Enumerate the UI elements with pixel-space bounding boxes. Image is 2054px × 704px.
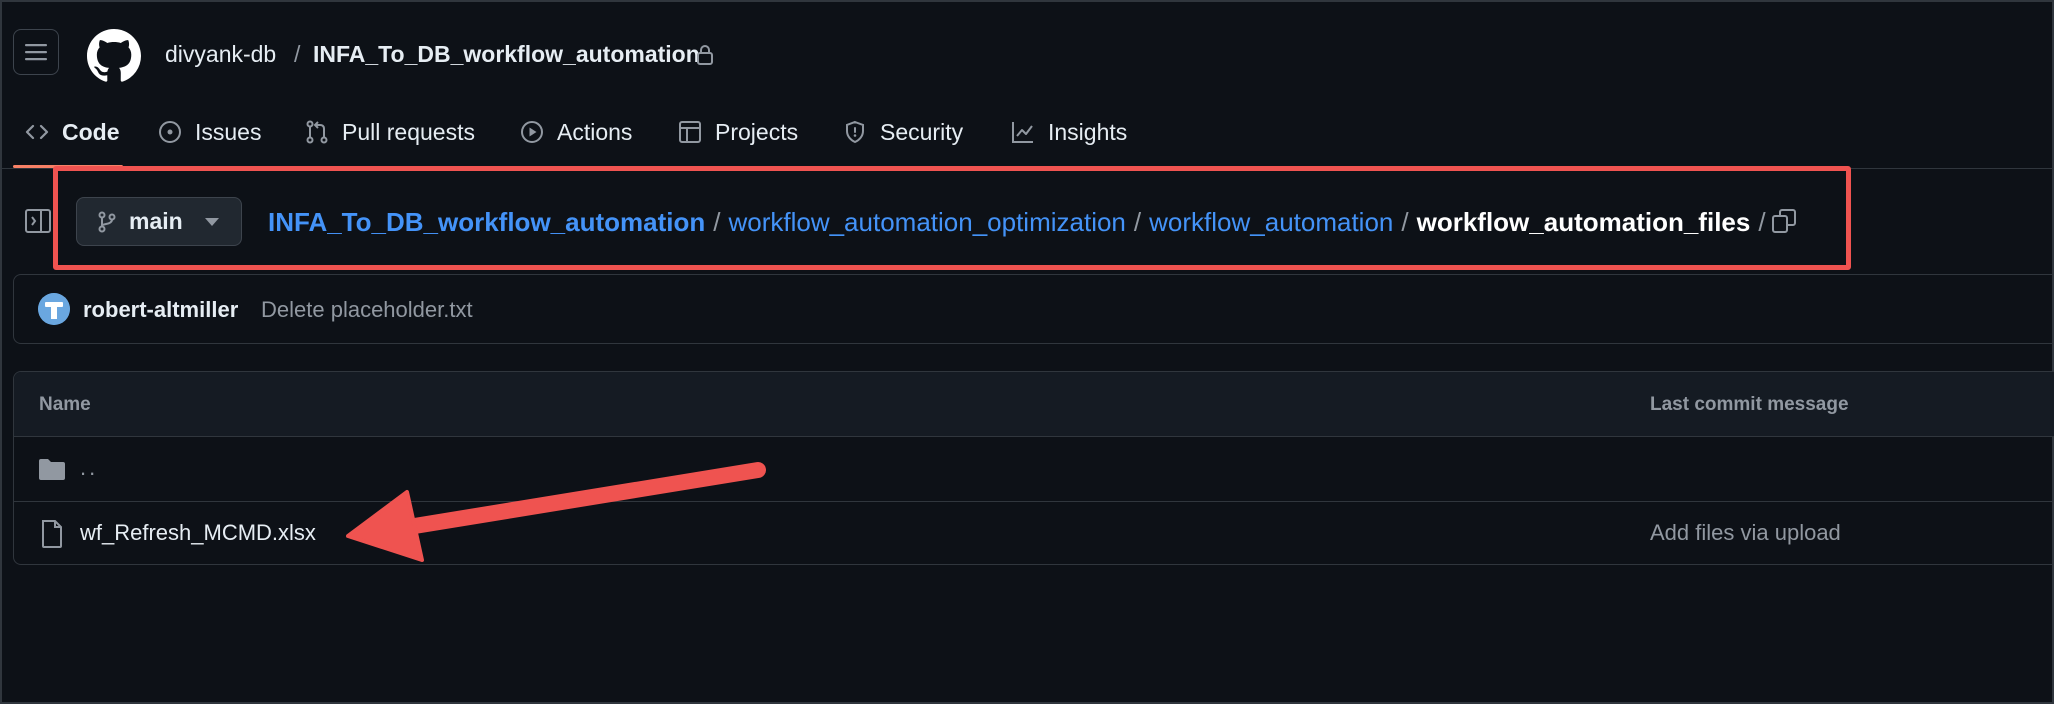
- tab-label: Issues: [195, 118, 262, 145]
- annotation-highlight-box: [53, 166, 1851, 270]
- column-header-name: Name: [39, 394, 91, 415]
- shield-icon: [846, 120, 864, 144]
- file-table: Name Last commit message .. wf_Refresh_M…: [13, 371, 2054, 565]
- avatar[interactable]: [38, 293, 70, 325]
- column-header-last-commit: Last commit message: [1650, 394, 1849, 415]
- header-separator: /: [294, 41, 301, 67]
- tab-code[interactable]: Code: [24, 117, 120, 147]
- folder-icon: [39, 459, 65, 480]
- tab-pull-requests[interactable]: Pull requests: [304, 117, 475, 147]
- table-row-parent[interactable]: ..: [14, 437, 2054, 502]
- sidebar-expand-icon[interactable]: [24, 207, 52, 235]
- lock-icon: [697, 45, 713, 65]
- file-commit-message-link[interactable]: Add files via upload: [1650, 520, 1841, 546]
- commit-author-link[interactable]: robert-altmiller: [83, 297, 238, 323]
- tab-label: Security: [880, 118, 964, 145]
- tab-insights[interactable]: Insights: [1010, 117, 1127, 147]
- github-logo-icon[interactable]: [87, 29, 141, 83]
- commit-message-link[interactable]: Delete placeholder.txt: [261, 297, 473, 323]
- tab-label: Insights: [1048, 118, 1128, 145]
- annotation-arrow: [346, 462, 766, 562]
- file-name-link[interactable]: wf_Refresh_MCMD.xlsx: [80, 520, 316, 546]
- table-header: Name Last commit message: [14, 372, 2054, 437]
- user-avatar-icon: [38, 293, 70, 325]
- file-icon: [42, 520, 62, 548]
- repo-owner-link[interactable]: divyank-db: [165, 41, 276, 68]
- tab-actions[interactable]: Actions: [519, 117, 632, 147]
- table-row-file[interactable]: wf_Refresh_MCMD.xlsx Add files via uploa…: [14, 502, 2054, 564]
- git-pull-request-icon: [306, 120, 328, 144]
- graph-icon: [1012, 122, 1033, 143]
- table-icon: [679, 121, 701, 143]
- tab-label: Actions: [557, 118, 633, 145]
- repo-name-link[interactable]: INFA_To_DB_workflow_automation: [313, 41, 700, 68]
- tab-security[interactable]: Security: [842, 117, 963, 147]
- tab-label: Pull requests: [342, 118, 475, 145]
- tab-label: Code: [62, 118, 120, 145]
- tab-projects[interactable]: Projects: [677, 117, 798, 147]
- tab-issues[interactable]: Issues: [157, 117, 261, 147]
- window-frame: [0, 0, 2054, 704]
- code-icon: [25, 124, 49, 140]
- issue-opened-icon: [159, 121, 181, 143]
- tab-label: Projects: [715, 118, 799, 145]
- menu-button[interactable]: [13, 29, 59, 75]
- parent-directory-link[interactable]: ..: [80, 455, 98, 481]
- hamburger-icon: [25, 44, 47, 61]
- play-icon: [521, 121, 543, 143]
